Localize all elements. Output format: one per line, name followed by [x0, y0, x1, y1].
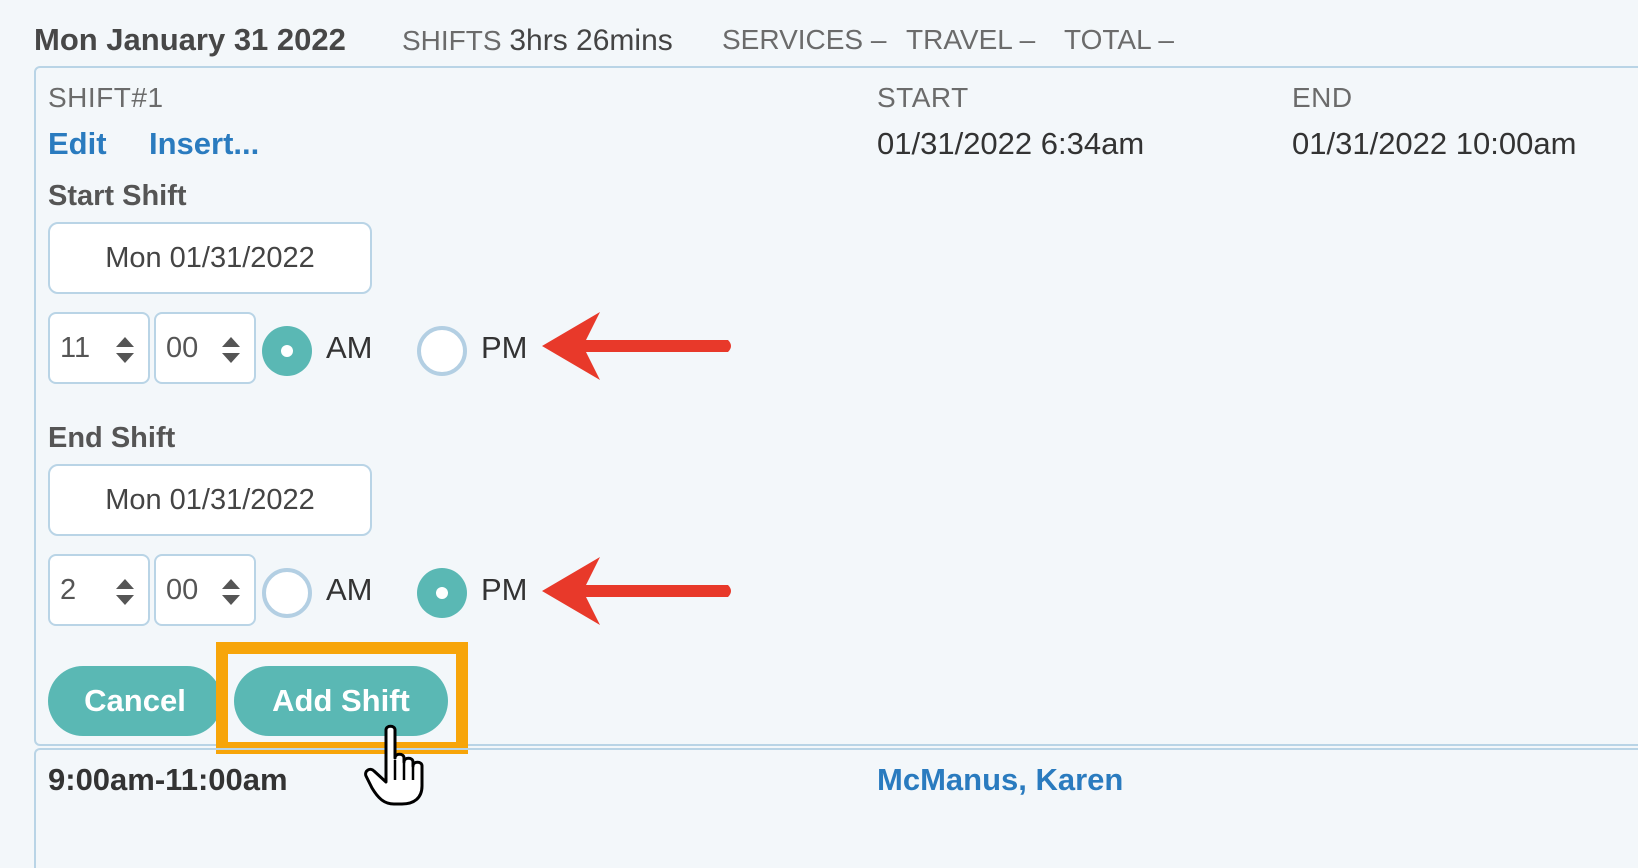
stepper-arrows-icon	[222, 337, 240, 363]
travel-value: –	[1019, 24, 1036, 55]
travel-summary: TRAVEL –	[906, 24, 1035, 56]
start-pm-label: PM	[481, 330, 528, 365]
hand-cursor-icon	[364, 724, 424, 806]
next-row-time: 9:00am-11:00am	[48, 762, 288, 797]
start-minute-value: 00	[166, 332, 199, 364]
end-minute-value: 00	[166, 574, 199, 606]
red-arrow-icon	[542, 557, 731, 625]
total-value: –	[1158, 24, 1174, 55]
end-am-label: AM	[326, 572, 373, 607]
end-hour-stepper[interactable]: 2	[48, 554, 150, 626]
total-summary: TOTAL –	[1064, 24, 1174, 56]
total-label: TOTAL	[1064, 24, 1151, 55]
start-hour-value: 11	[60, 332, 91, 364]
end-minute-stepper[interactable]: 00	[154, 554, 256, 626]
start-am-label: AM	[326, 330, 373, 365]
start-minute-stepper[interactable]: 00	[154, 312, 256, 384]
services-label: SERVICES	[722, 24, 864, 55]
day-title: Mon January 31 2022	[34, 22, 346, 57]
stepper-arrows-icon	[116, 337, 134, 363]
shift-id: SHIFT#1	[48, 82, 164, 113]
shifts-value: 3hrs 26mins	[509, 24, 673, 57]
start-column-header: START	[877, 82, 969, 113]
shift-end-value: 01/31/2022 10:00am	[1292, 126, 1577, 161]
shifts-summary: SHIFTS 3hrs 26mins	[402, 24, 673, 58]
red-arrow-icon	[542, 312, 731, 380]
travel-label: TRAVEL	[906, 24, 1012, 55]
next-row-client-link[interactable]: McManus, Karen	[877, 762, 1123, 798]
end-column-header: END	[1292, 82, 1353, 113]
end-date-value: Mon 01/31/2022	[105, 483, 315, 516]
start-date-value: Mon 01/31/2022	[105, 241, 315, 274]
shifts-label: SHIFTS	[402, 25, 502, 56]
insert-link[interactable]: Insert...	[149, 126, 259, 162]
end-am-radio[interactable]	[262, 568, 312, 618]
start-shift-label: Start Shift	[48, 180, 187, 212]
stepper-arrows-icon	[222, 579, 240, 605]
start-pm-radio[interactable]	[417, 326, 467, 376]
end-pm-label: PM	[481, 572, 528, 607]
start-hour-stepper[interactable]: 11	[48, 312, 150, 384]
cancel-button[interactable]: Cancel	[48, 666, 222, 736]
shift-start-value: 01/31/2022 6:34am	[877, 126, 1145, 161]
services-summary: SERVICES –	[722, 24, 886, 56]
start-am-radio[interactable]	[262, 326, 312, 376]
start-date-field[interactable]: Mon 01/31/2022	[48, 222, 372, 294]
stepper-arrows-icon	[116, 579, 134, 605]
end-shift-label: End Shift	[48, 422, 176, 454]
services-value: –	[870, 24, 887, 55]
end-hour-value: 2	[60, 574, 77, 606]
edit-link[interactable]: Edit	[48, 126, 107, 162]
end-date-field[interactable]: Mon 01/31/2022	[48, 464, 372, 536]
end-pm-radio[interactable]	[417, 568, 467, 618]
